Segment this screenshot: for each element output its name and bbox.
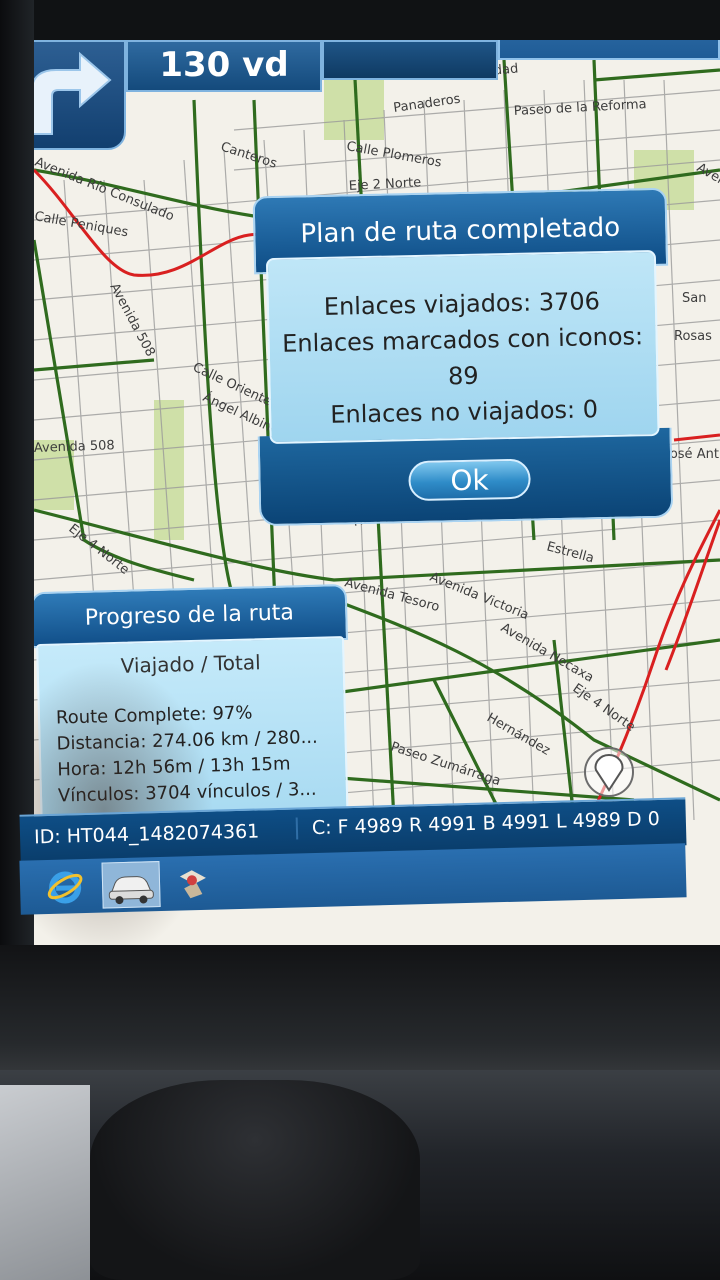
- route-complete-percent: Route Complete: 97%: [55, 702, 253, 729]
- progress-subtitle: Viajado / Total: [120, 650, 261, 678]
- distance-to-turn: 130 vd: [126, 40, 322, 92]
- links-progress: Vínculos: 3704 vínculos / 3...: [57, 778, 317, 807]
- map-pin-app-icon[interactable]: [172, 864, 211, 903]
- distance-progress: Distancia: 274.06 km / 280...: [56, 726, 318, 755]
- current-street: Nubia: [498, 40, 720, 60]
- turn-indicator[interactable]: [34, 40, 126, 150]
- navigation-header: 130 vd Nubia: [34, 40, 720, 150]
- car-app-icon[interactable]: [101, 861, 161, 909]
- map-label: José Ant: [665, 447, 719, 462]
- map-label: Rosas: [674, 329, 712, 344]
- links-not-traveled-text: Enlaces no viajados: 0: [329, 395, 599, 429]
- gear-shift-boot: [90, 1080, 420, 1280]
- device-id: ID: HT044_1482074361: [33, 820, 260, 849]
- time-progress: Hora: 12h 56m / 13h 15m: [57, 753, 291, 781]
- internet-explorer-icon[interactable]: [46, 867, 85, 906]
- device-bezel-bottom: [0, 945, 720, 1085]
- dialog-body: Enlaces viajados: 3706 Enlaces marcados …: [265, 249, 660, 445]
- map-label: San: [682, 291, 706, 306]
- ok-button[interactable]: Ok: [408, 458, 531, 502]
- dashboard-trim: [0, 1085, 90, 1280]
- location-pin-icon[interactable]: [584, 747, 634, 797]
- turn-right-arrow-icon: [34, 51, 112, 135]
- counters: C: F 4989 R 4991 B 4991 L 4989 D 0: [295, 807, 661, 840]
- header-spacer: [322, 40, 498, 80]
- map-label: Avenida 508: [34, 438, 115, 456]
- device-bezel-top: [0, 0, 720, 40]
- park-area: [154, 400, 184, 540]
- route-complete-dialog: Plan de ruta completado Enlaces viajados…: [252, 187, 674, 529]
